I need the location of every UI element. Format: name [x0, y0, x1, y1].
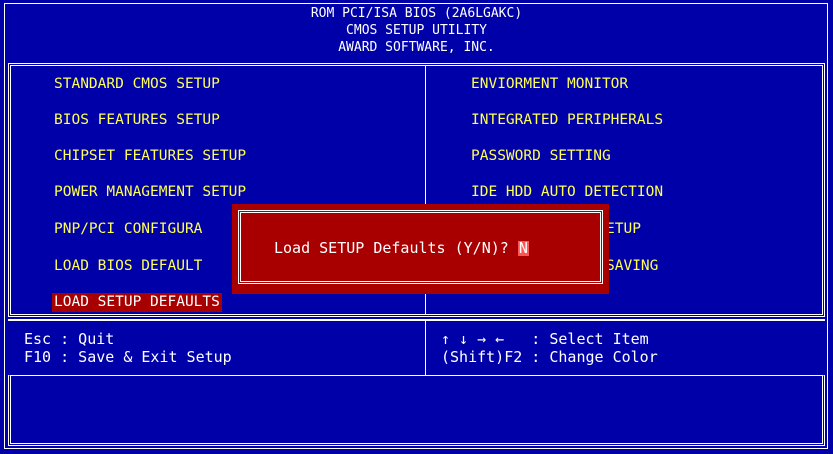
help-f10-save-exit: F10 : Save & Exit Setup	[24, 348, 232, 366]
help-separator	[8, 319, 825, 321]
dialog-prompt-text: Load SETUP Defaults (Y/N)?	[274, 239, 518, 257]
menu-item-integrated-peripherals[interactable]: INTEGRATED PERIPHERALS	[469, 111, 665, 130]
menu-item-chipset-features-setup[interactable]: CHIPSET FEATURES SETUP	[52, 147, 248, 166]
menu-item-pnp-pci-configuration[interactable]: PNP/PCI CONFIGURA	[52, 220, 204, 239]
menu-item-load-bios-defaults[interactable]: LOAD BIOS DEFAULT	[52, 257, 204, 276]
menu-item-save-and-exit-setup[interactable]: ETUP	[604, 220, 643, 239]
utility-title: CMOS SETUP UTILITY	[346, 23, 487, 38]
load-defaults-dialog: Load SETUP Defaults (Y/N)? N	[232, 204, 609, 294]
menu-item-bios-features-setup[interactable]: BIOS FEATURES SETUP	[52, 111, 222, 130]
vendor-title: AWARD SOFTWARE, INC.	[338, 40, 495, 55]
bios-screen: ROM PCI/ISA BIOS (2A6LGAKC) CMOS SETUP U…	[0, 0, 833, 454]
help-column-divider	[425, 321, 426, 375]
menu-item-enviorment-monitor[interactable]: ENVIORMENT MONITOR	[469, 75, 630, 94]
bios-header: ROM PCI/ISA BIOS (2A6LGAKC) CMOS SETUP U…	[0, 5, 833, 56]
help-change-color: (Shift)F2 : Change Color	[441, 348, 658, 366]
item-help-panel	[8, 375, 825, 446]
menu-item-standard-cmos-setup[interactable]: STANDARD CMOS SETUP	[52, 75, 222, 94]
menu-item-load-setup-defaults[interactable]: LOAD SETUP DEFAULTS	[52, 293, 222, 312]
menu-item-exit-without-saving[interactable]: SAVING	[604, 257, 660, 276]
help-esc-quit: Esc : Quit	[24, 330, 115, 348]
help-select-item: ↑ ↓ → ← : Select Item	[441, 330, 649, 348]
menu-item-power-management-setup[interactable]: POWER MANAGEMENT SETUP	[52, 183, 248, 202]
bios-rom-title: ROM PCI/ISA BIOS (2A6LGAKC)	[310, 6, 523, 21]
dialog-prompt: Load SETUP Defaults (Y/N)? N	[274, 241, 529, 256]
menu-item-password-setting[interactable]: PASSWORD SETTING	[469, 147, 613, 166]
menu-item-ide-hdd-auto-detection[interactable]: IDE HDD AUTO DETECTION	[469, 183, 665, 202]
dialog-answer-input[interactable]: N	[517, 241, 529, 256]
